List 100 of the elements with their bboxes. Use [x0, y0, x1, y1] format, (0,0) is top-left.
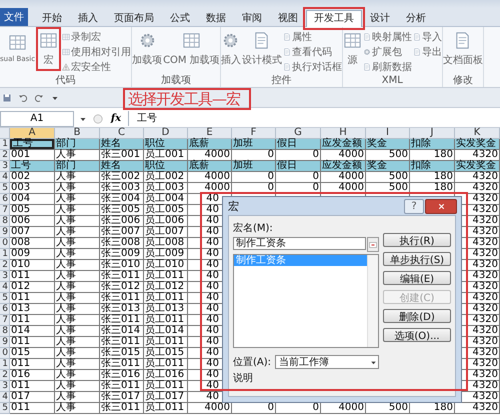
column-header[interactable]: A [10, 128, 55, 139]
table-cell: 员工016 [144, 370, 188, 381]
undo-icon[interactable] [18, 92, 28, 102]
row-number[interactable]: 4 [0, 172, 10, 183]
ribbon-button[interactable]: 录制宏 [62, 30, 132, 43]
dialog-button[interactable]: 选项(O)... [383, 328, 451, 342]
row-number[interactable]: 4 [0, 282, 10, 293]
redo-icon[interactable] [34, 92, 44, 102]
ribbon-tab[interactable]: 公式 [162, 10, 198, 26]
table-cell: 016 [10, 370, 55, 381]
dialog-button[interactable]: 删除(D) [383, 309, 451, 323]
row-number[interactable]: 1 [0, 359, 10, 370]
dialog-button[interactable]: 执行(R) [383, 233, 451, 247]
ribbon-tab[interactable]: 开发工具 [306, 10, 362, 27]
row-number[interactable]: 1 [0, 139, 10, 150]
macro-name-field[interactable]: 制作工资条 [233, 237, 366, 250]
column-header[interactable]: J [410, 128, 455, 139]
table-cell: 人事 [55, 392, 100, 403]
table-cell: 姓名 [100, 161, 144, 172]
ribbon-button[interactable]: 映射属性 [362, 30, 412, 43]
row-number[interactable]: 5 [0, 403, 10, 414]
ribbon-button[interactable]: 加载项 [132, 29, 162, 69]
row-number[interactable]: 7 [0, 205, 10, 216]
row-number[interactable]: 4 [0, 392, 10, 403]
ribbon-tab[interactable]: 文件 [0, 8, 28, 26]
grid-icon [342, 31, 362, 50]
ribbon-tab[interactable]: 插入 [70, 10, 106, 26]
row-number[interactable]: 8 [0, 326, 10, 337]
close-icon [436, 202, 446, 210]
ribbon-button[interactable]: 源 [342, 29, 362, 69]
ribbon-button[interactable]: 属性 [282, 30, 342, 43]
row-number[interactable]: 6 [0, 304, 10, 315]
formula-field[interactable]: 工号 [128, 111, 500, 126]
ribbon-tab[interactable]: 设计 [362, 10, 398, 26]
table-cell: 应发金额 [321, 139, 366, 150]
ribbon-tab[interactable]: 视图 [270, 10, 306, 26]
ribbon-button[interactable]: 导出 [412, 45, 442, 58]
row-number[interactable]: 9 [0, 227, 10, 238]
ribbon-tab[interactable]: 页面布局 [106, 10, 162, 26]
column-header[interactable]: H [321, 128, 366, 139]
row-number[interactable]: 2 [0, 370, 10, 381]
row-number[interactable]: 5 [0, 183, 10, 194]
ribbon-button[interactable]: 宏 [39, 29, 58, 69]
close-button[interactable] [425, 198, 457, 214]
table-cell: 人事 [55, 282, 100, 293]
table-cell: 员工011 [144, 315, 188, 326]
row-number[interactable]: 0 [0, 348, 10, 359]
column-header[interactable]: I [366, 128, 410, 139]
column-header[interactable]: K [455, 128, 500, 139]
picker-button[interactable] [367, 237, 379, 252]
table-cell: 员工009 [144, 249, 188, 260]
table-cell: 部门 [55, 139, 100, 150]
document-icon [362, 62, 371, 70]
ribbon-button[interactable]: 宏安全性 [62, 60, 132, 73]
column-header[interactable]: F [232, 128, 276, 139]
scrollbar[interactable] [367, 255, 378, 347]
ribbon-button[interactable]: COM 加载项 [163, 29, 220, 69]
table-cell: 工号 [10, 161, 55, 172]
row-number[interactable]: 3 [0, 271, 10, 282]
column-header[interactable]: C [100, 128, 144, 139]
column-header[interactable]: G [276, 128, 321, 139]
save-icon[interactable] [2, 92, 12, 102]
ribbon-button[interactable]: 扩展包 [362, 45, 412, 58]
ribbon-tab[interactable]: 开始 [34, 10, 70, 26]
table-cell: 500 [366, 183, 410, 194]
ribbon-button[interactable]: 插入 [220, 29, 241, 69]
ribbon-tab[interactable]: 审阅 [234, 10, 270, 26]
row-number[interactable]: 2 [0, 260, 10, 271]
table-cell: 张三011 [100, 403, 144, 414]
row-number[interactable]: 1 [0, 249, 10, 260]
column-header[interactable]: D [144, 128, 188, 139]
ribbon-button[interactable]: 导入 [412, 30, 442, 43]
column-header[interactable]: E [188, 128, 232, 139]
row-number[interactable]: 5 [0, 293, 10, 304]
ribbon-tab[interactable]: 数据 [198, 10, 234, 26]
row-number[interactable]: 3 [0, 381, 10, 392]
ribbon-button[interactable]: 设计模式 [242, 29, 282, 69]
column-header[interactable]: B [55, 128, 100, 139]
function-button[interactable]: fx [108, 113, 124, 124]
row-number[interactable]: 2 [0, 150, 10, 161]
dialog-button[interactable]: 单步执行(S) [383, 252, 451, 266]
row-number[interactable]: 0 [0, 238, 10, 249]
ribbon-button[interactable]: 查看代码 [282, 45, 342, 58]
table-cell: 012 [10, 282, 55, 293]
location-dropdown[interactable]: 当前工作簿 [275, 355, 379, 369]
row-number[interactable]: 9 [0, 337, 10, 348]
ribbon-button[interactable]: 执行对话框 [282, 60, 342, 73]
dialog-button[interactable]: 编辑(E) [383, 271, 451, 285]
ribbon-button[interactable]: 文档面板 [442, 29, 483, 69]
help-button[interactable]: ? [404, 198, 424, 214]
row-number[interactable]: 3 [0, 161, 10, 172]
row-number[interactable]: 6 [0, 194, 10, 205]
ribbon-button[interactable]: 刷新数据 [362, 60, 412, 73]
table-cell: 张三011 [100, 381, 144, 392]
ribbon-button[interactable]: 使用相对引用 [62, 45, 132, 58]
name-box[interactable]: A1 [0, 110, 74, 126]
table-cell: 4000 [321, 172, 366, 183]
row-number[interactable]: 7 [0, 315, 10, 326]
row-number[interactable]: 8 [0, 216, 10, 227]
ribbon-tab[interactable]: 分析 [398, 10, 434, 26]
